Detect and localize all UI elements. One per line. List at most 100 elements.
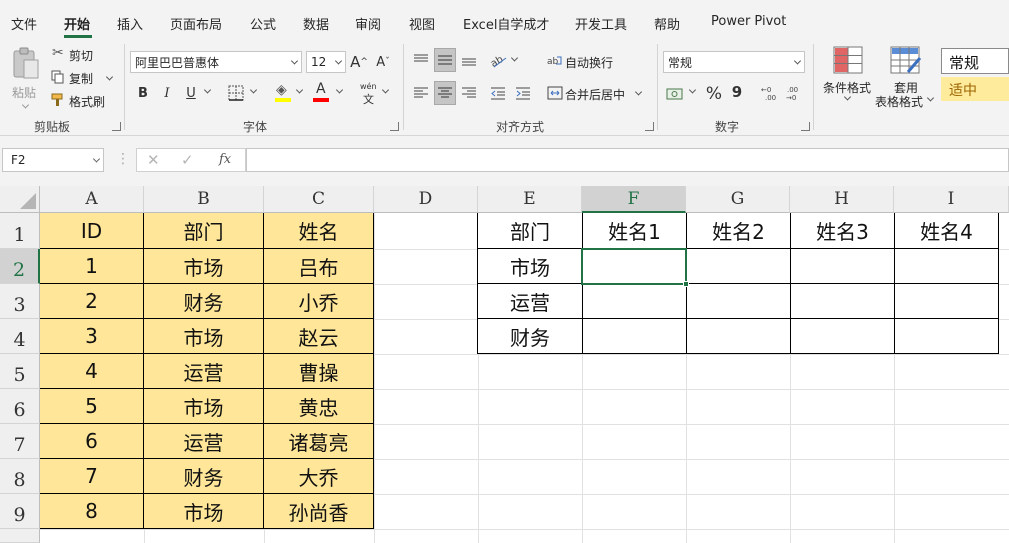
cell-g1[interactable]: 姓名2 bbox=[687, 213, 791, 249]
underline-dropdown-caret[interactable] bbox=[203, 86, 212, 94]
cell-e1[interactable]: 部门 bbox=[478, 213, 583, 249]
cell-a4[interactable]: 3 bbox=[40, 319, 144, 354]
increase-decimal-icon[interactable]: ←0 .00 bbox=[760, 84, 782, 102]
increase-font-button[interactable]: A ^ bbox=[350, 51, 368, 73]
fill-color-dropdown-caret[interactable] bbox=[295, 86, 304, 94]
column-header-h[interactable]: H bbox=[790, 186, 894, 213]
orientation-icon[interactable]: ab bbox=[490, 52, 510, 68]
paste-dropdown-caret[interactable] bbox=[21, 101, 30, 109]
tab-data[interactable]: 数据 bbox=[303, 14, 329, 33]
name-box[interactable]: F2 bbox=[2, 148, 104, 172]
cell-b9[interactable]: 市场 bbox=[144, 494, 264, 529]
cell-i2[interactable] bbox=[895, 249, 999, 284]
cell-b5[interactable]: 运营 bbox=[144, 354, 264, 389]
cell-h1[interactable]: 姓名3 bbox=[791, 213, 895, 249]
confirm-icon[interactable]: ✓ bbox=[181, 151, 194, 169]
tab-formulas[interactable]: 公式 bbox=[250, 14, 276, 33]
cell-c5[interactable]: 曹操 bbox=[264, 354, 374, 389]
row-header-5[interactable]: 5 bbox=[0, 354, 40, 389]
conditional-formatting-button[interactable]: 条件格式 bbox=[820, 46, 876, 110]
select-all-button[interactable] bbox=[0, 186, 40, 213]
align-right-icon[interactable] bbox=[461, 85, 477, 101]
orientation-dropdown-caret[interactable] bbox=[510, 54, 519, 62]
percent-style-button[interactable]: % bbox=[704, 84, 724, 104]
tab-insert[interactable]: 插入 bbox=[117, 14, 143, 33]
cell-i3[interactable] bbox=[895, 284, 999, 319]
cell-i4[interactable] bbox=[895, 319, 999, 354]
cell-b7[interactable]: 运营 bbox=[144, 424, 264, 459]
copy-dropdown-caret[interactable] bbox=[105, 73, 114, 81]
font-color-button[interactable]: A bbox=[312, 81, 332, 104]
decrease-indent-icon[interactable] bbox=[490, 85, 506, 101]
merge-center-button[interactable]: 合并后居中 bbox=[547, 83, 643, 103]
tab-power-pivot[interactable]: Power Pivot bbox=[711, 14, 786, 29]
align-middle-button[interactable] bbox=[434, 48, 456, 72]
cell-h2[interactable] bbox=[791, 249, 895, 284]
column-header-i[interactable]: I bbox=[894, 186, 1009, 213]
cell-f1[interactable]: 姓名1 bbox=[583, 213, 687, 249]
tab-home[interactable]: 开始 bbox=[64, 14, 90, 33]
column-header-f[interactable]: F bbox=[582, 186, 686, 213]
cell-c9[interactable]: 孙尚香 bbox=[264, 494, 374, 529]
phonetic-dropdown-caret[interactable] bbox=[381, 86, 390, 94]
cell-g4[interactable] bbox=[687, 319, 791, 354]
number-launcher-icon[interactable] bbox=[801, 122, 810, 131]
cell-b6[interactable]: 市场 bbox=[144, 389, 264, 424]
column-header-g[interactable]: G bbox=[686, 186, 790, 213]
row-header-7[interactable]: 7 bbox=[0, 424, 40, 459]
cell-e2[interactable]: 市场 bbox=[478, 249, 583, 284]
column-header-d[interactable]: D bbox=[374, 186, 478, 213]
font-color-dropdown-caret[interactable] bbox=[335, 86, 344, 94]
cell-c7[interactable]: 诸葛亮 bbox=[264, 424, 374, 459]
cell-b3[interactable]: 财务 bbox=[144, 284, 264, 319]
align-top-icon[interactable] bbox=[413, 52, 429, 68]
row-header-10[interactable] bbox=[0, 529, 40, 543]
fill-color-button[interactable]: ◈ bbox=[274, 82, 294, 104]
align-left-icon[interactable] bbox=[413, 85, 429, 101]
column-header-a[interactable]: A bbox=[40, 186, 144, 213]
cell-b1[interactable]: 部门 bbox=[144, 213, 264, 249]
cell-c2[interactable]: 吕布 bbox=[264, 249, 374, 284]
format-as-table-dropdown-caret[interactable] bbox=[926, 94, 935, 102]
decrease-decimal-icon[interactable]: .00 →0 bbox=[785, 84, 807, 102]
cell-h3[interactable] bbox=[791, 284, 895, 319]
tab-page-layout[interactable]: 页面布局 bbox=[170, 14, 222, 33]
font-launcher-icon[interactable] bbox=[390, 122, 399, 131]
accounting-format-icon[interactable] bbox=[666, 86, 684, 102]
align-bottom-icon[interactable] bbox=[461, 52, 477, 68]
cell-e3[interactable]: 运营 bbox=[478, 284, 583, 319]
cell-a6[interactable]: 5 bbox=[40, 389, 144, 424]
cell-e4[interactable]: 财务 bbox=[478, 319, 583, 354]
cell-a7[interactable]: 6 bbox=[40, 424, 144, 459]
column-header-e[interactable]: E bbox=[478, 186, 582, 213]
cell-i1[interactable]: 姓名4 bbox=[895, 213, 999, 249]
cell-b4[interactable]: 市场 bbox=[144, 319, 264, 354]
alignment-launcher-icon[interactable] bbox=[645, 122, 654, 131]
format-as-table-button[interactable]: 套用 表格格式 bbox=[874, 46, 938, 110]
cell-g2[interactable] bbox=[687, 249, 791, 284]
cell-c4[interactable]: 赵云 bbox=[264, 319, 374, 354]
cell-style-neutral[interactable]: 适中 bbox=[941, 77, 1009, 101]
cell-h4[interactable] bbox=[791, 319, 895, 354]
cell-a9[interactable]: 8 bbox=[40, 494, 144, 529]
comma-style-button[interactable]: 9 bbox=[730, 82, 744, 102]
row-header-2[interactable]: 2 bbox=[0, 249, 40, 284]
cancel-icon[interactable]: ✕ bbox=[147, 151, 160, 169]
cell-a3[interactable]: 2 bbox=[40, 284, 144, 319]
italic-button[interactable]: I bbox=[158, 83, 176, 103]
cell-a5[interactable]: 4 bbox=[40, 354, 144, 389]
tab-help[interactable]: 帮助 bbox=[654, 14, 680, 33]
font-size-select[interactable]: 12 bbox=[306, 51, 346, 73]
copy-button[interactable]: 复制 bbox=[50, 69, 114, 87]
row-header-1[interactable]: 1 bbox=[0, 213, 40, 249]
align-center-button[interactable] bbox=[434, 81, 456, 105]
cell-g3[interactable] bbox=[687, 284, 791, 319]
wrap-text-button[interactable]: ab 自动换行 bbox=[547, 51, 623, 71]
cell-b8[interactable]: 财务 bbox=[144, 459, 264, 494]
row-header-9[interactable]: 9 bbox=[0, 494, 40, 529]
row-header-8[interactable]: 8 bbox=[0, 459, 40, 494]
cell-c1[interactable]: 姓名 bbox=[264, 213, 374, 249]
bold-button[interactable]: B bbox=[134, 83, 152, 103]
cell-style-normal[interactable]: 常规 bbox=[941, 48, 1009, 74]
tab-file[interactable]: 文件 bbox=[11, 14, 37, 33]
